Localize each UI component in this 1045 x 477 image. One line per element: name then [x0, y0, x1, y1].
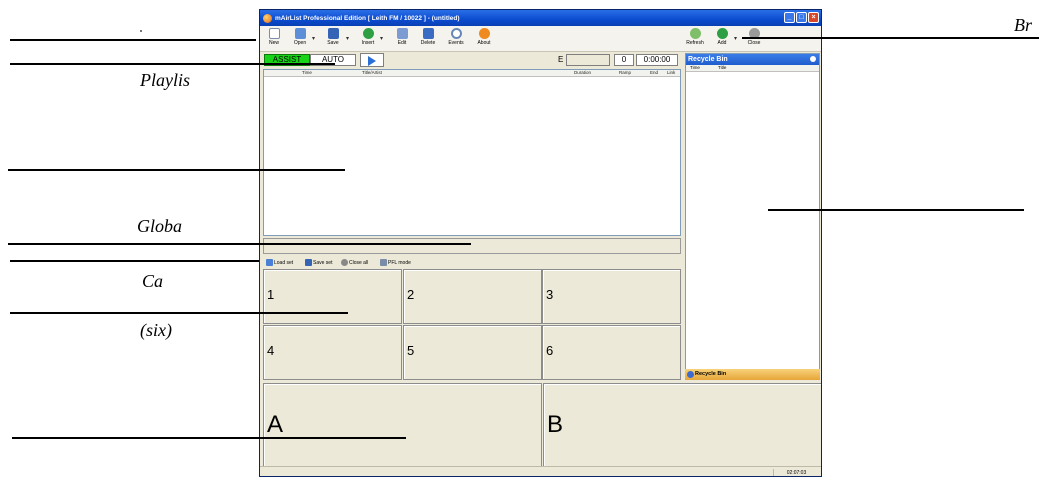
player-b[interactable]: B [543, 383, 821, 467]
annotation-line-global [8, 243, 471, 245]
annotation-line-six [10, 312, 348, 314]
title-bar: mAirList Professional Edition [ Leith FM… [260, 10, 821, 26]
delete-icon [422, 28, 434, 39]
status-bar: 02:07:03 [260, 466, 821, 476]
add-plus-icon [716, 28, 728, 39]
rb-col-time[interactable]: Time [690, 65, 700, 70]
annotation-line-toolbar [10, 39, 256, 41]
events-button[interactable]: Events [444, 28, 468, 50]
insert-plus-icon [362, 28, 374, 39]
edit-pencil-icon [396, 28, 408, 39]
annotation-carts: Ca [142, 271, 164, 291]
pfl-mode-button[interactable]: PFL mode [380, 259, 411, 266]
total-time: 0:00:00 [636, 54, 678, 66]
recycle-bin-header: Time Title [686, 65, 819, 72]
playlist-column-header: Time Title/Artist Duration Ramp End Link [264, 70, 680, 77]
refresh-icon [689, 28, 701, 39]
status-clock: 02:07:03 [773, 469, 819, 476]
recycle-bin-panel[interactable]: Recycle Bin Time Title [685, 53, 820, 380]
maximize-button[interactable]: □ [796, 12, 807, 23]
stray-dot [140, 30, 142, 32]
col-title-artist[interactable]: Title/Artist [362, 70, 382, 75]
col-time[interactable]: Time [302, 70, 312, 75]
insert-dropdown-icon[interactable]: ▾ [380, 35, 383, 42]
about-button[interactable]: About [472, 28, 496, 50]
load-set-icon [266, 259, 273, 266]
annotation-browser: Br [1014, 15, 1032, 35]
panel-options-icon[interactable] [810, 56, 816, 62]
cart-player-6[interactable]: 6 [542, 325, 681, 380]
annotation-line-recycle-bin [768, 209, 1024, 211]
add-dropdown-icon[interactable]: ▾ [734, 35, 737, 42]
play-icon [368, 56, 376, 66]
close-window-button[interactable]: × [808, 12, 819, 23]
save-set-button[interactable]: Save set [305, 259, 332, 266]
refresh-button[interactable]: Refresh [683, 28, 707, 50]
load-set-button[interactable]: Load set [266, 259, 293, 266]
open-button[interactable]: Open [288, 28, 312, 50]
cart-player-3[interactable]: 3 [542, 269, 681, 324]
cart-player-4[interactable]: 4 [263, 325, 402, 380]
col-ramp[interactable]: Ramp [619, 70, 631, 75]
e-display [566, 54, 610, 66]
save-dropdown-icon[interactable]: ▾ [346, 35, 349, 42]
save-disk-icon [327, 28, 339, 39]
annotation-line-playlist [10, 63, 335, 65]
col-link[interactable]: Link [667, 70, 675, 75]
rb-col-title[interactable]: Title [718, 65, 726, 70]
close-all-button[interactable]: Close all [341, 259, 368, 266]
insert-button[interactable]: Insert [356, 28, 380, 50]
recycle-bin-tab[interactable]: Recycle Bin [685, 369, 820, 380]
new-button[interactable]: New [262, 28, 286, 50]
new-file-icon [268, 28, 280, 39]
annotation-line-browser [742, 37, 1039, 39]
add-button[interactable]: Add [710, 28, 734, 50]
recycle-bin-icon [687, 371, 694, 378]
app-logo-icon [263, 13, 272, 23]
col-duration[interactable]: Duration [574, 70, 591, 75]
events-clock-icon [450, 28, 462, 39]
open-dropdown-icon[interactable]: ▾ [312, 35, 315, 42]
annotation-line-players [12, 437, 406, 439]
cart-player-1[interactable]: 1 [263, 269, 402, 324]
minimize-button[interactable]: _ [784, 12, 795, 23]
recycle-bin-title: Recycle Bin [686, 54, 819, 65]
window-title: mAirList Professional Edition [ Leith FM… [275, 14, 460, 22]
global-player-bar [263, 238, 681, 254]
annotation-line-carts [10, 260, 259, 262]
annotation-six: (six) [140, 320, 172, 340]
cart-player-2[interactable]: 2 [403, 269, 542, 324]
close-browser-button[interactable]: Close [742, 28, 766, 50]
save-button[interactable]: Save [321, 28, 345, 50]
open-folder-icon [294, 28, 306, 39]
annotation-line-playlist-grid [8, 169, 345, 171]
col-end[interactable]: End [650, 70, 658, 75]
edit-button[interactable]: Edit [390, 28, 414, 50]
about-info-icon [478, 28, 490, 39]
close-all-icon [341, 259, 348, 266]
annotation-playlist: Playlis [140, 70, 190, 90]
save-set-icon [305, 259, 312, 266]
cart-player-5[interactable]: 5 [403, 325, 542, 380]
play-next-button[interactable] [360, 53, 384, 67]
delete-button[interactable]: Delete [416, 28, 440, 50]
annotation-global: Globa [137, 216, 182, 236]
player-a[interactable]: A [263, 383, 542, 467]
item-count: 0 [614, 54, 634, 66]
e-label: E [558, 55, 564, 64]
playlist-grid[interactable]: Time Title/Artist Duration Ramp End Link [263, 69, 681, 236]
speaker-icon [380, 259, 387, 266]
main-toolbar: New Open ▾ Save ▾ Insert ▾ Edit Delete E… [260, 26, 821, 52]
cartwall-toolbar: Load set Save set Close all PFL mode [263, 258, 681, 268]
